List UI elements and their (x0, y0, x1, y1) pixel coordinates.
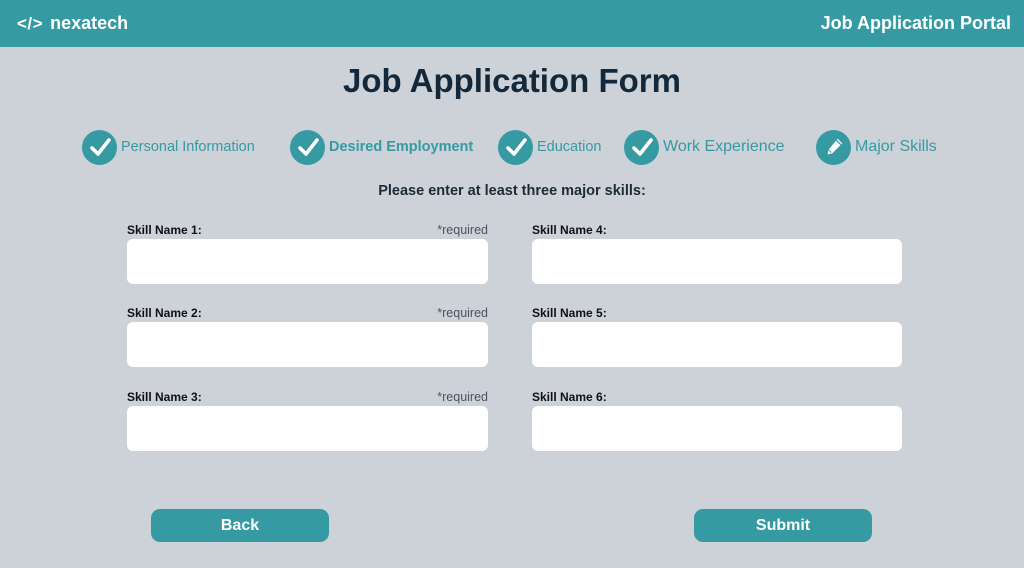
step-personal-information[interactable]: Personal Information (82, 129, 255, 165)
required-note: *required (437, 306, 488, 320)
step-label: Work Experience (663, 138, 785, 155)
instructions-text: Please enter at least three major skills… (378, 183, 646, 199)
field-label: Skill Name 6: (532, 390, 607, 404)
check-icon (82, 129, 117, 165)
back-button[interactable]: Back (151, 509, 329, 542)
brand-name: nexatech (50, 13, 129, 33)
skill-name-1-input[interactable] (127, 239, 488, 284)
top-bar: </> nexatech Job Application Portal (0, 0, 1024, 47)
progress-steps: Personal Information Desired Employment … (0, 129, 1024, 165)
step-label: Personal Information (121, 139, 255, 155)
code-icon: </> (17, 13, 44, 33)
skill-field-3: Skill Name 3: *required (127, 390, 488, 451)
skill-name-4-input[interactable] (532, 239, 902, 284)
check-icon (498, 129, 533, 165)
skill-name-3-input[interactable] (127, 406, 488, 451)
skill-field-5: Skill Name 5: (532, 306, 902, 367)
skill-field-6: Skill Name 6: (532, 390, 902, 451)
required-note: *required (437, 390, 488, 404)
step-education[interactable]: Education (498, 129, 602, 165)
skill-field-2: Skill Name 2: *required (127, 306, 488, 367)
skill-field-4: Skill Name 4: (532, 223, 902, 284)
field-label: Skill Name 4: (532, 223, 607, 237)
field-label: Skill Name 1: (127, 223, 202, 237)
field-label: Skill Name 5: (532, 306, 607, 320)
step-major-skills[interactable]: Major Skills (816, 129, 937, 165)
page-title: Job Application Form (343, 62, 681, 99)
skill-name-6-input[interactable] (532, 406, 902, 451)
brand-logo[interactable]: </> nexatech (17, 13, 128, 34)
check-icon (290, 129, 325, 165)
submit-button[interactable]: Submit (694, 509, 872, 542)
pencil-icon (816, 129, 851, 165)
step-label: Desired Employment (329, 139, 474, 155)
skill-name-2-input[interactable] (127, 322, 488, 367)
required-note: *required (437, 223, 488, 237)
step-label: Major Skills (855, 138, 937, 155)
skill-name-5-input[interactable] (532, 322, 902, 367)
step-desired-employment[interactable]: Desired Employment (290, 129, 473, 165)
portal-title: Job Application Portal (820, 13, 1011, 33)
field-label: Skill Name 3: (127, 390, 202, 404)
skill-field-1: Skill Name 1: *required (127, 223, 488, 284)
step-work-experience[interactable]: Work Experience (624, 129, 785, 165)
check-icon (624, 129, 659, 165)
field-label: Skill Name 2: (127, 306, 202, 320)
step-label: Education (537, 139, 602, 155)
